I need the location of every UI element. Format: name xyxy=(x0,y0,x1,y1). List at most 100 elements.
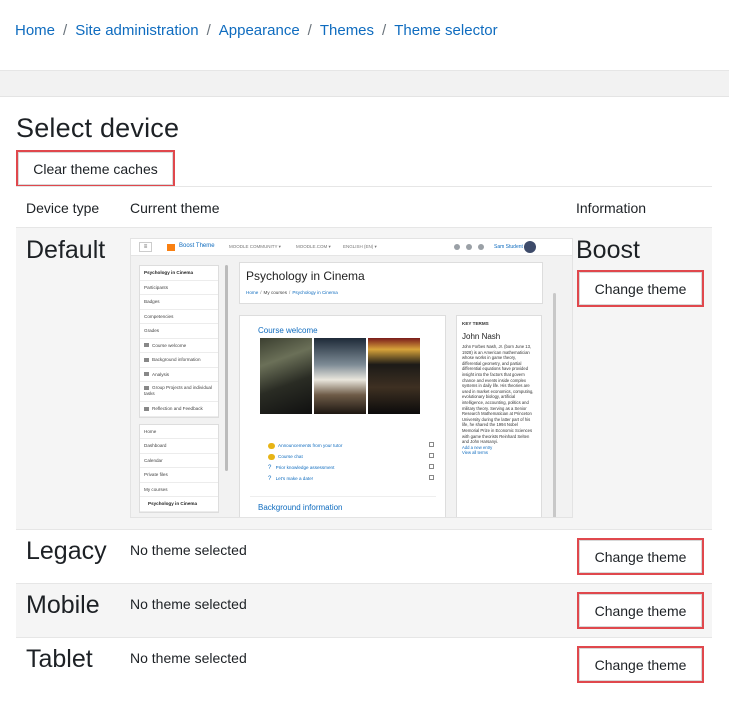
preview-course-title: Psychology in Cinema xyxy=(246,269,365,283)
preview-block-title: KEY TERMS xyxy=(462,321,489,326)
divider xyxy=(250,496,436,497)
preview-menu-item: MOODLE COMMUNITY ▾ xyxy=(229,244,281,249)
poster-image xyxy=(368,338,420,414)
preview-block-text: John Forbes Nash, Jr. (born June 13, 192… xyxy=(462,344,534,445)
preview-nav-drawer: Psychology in Cinema Participants Badges… xyxy=(139,265,219,517)
breadcrumb: Home / Site administration / Appearance … xyxy=(15,22,498,39)
list-item: Private files xyxy=(140,468,218,483)
device-theme-table: Device type Current theme Information De… xyxy=(16,186,712,692)
checkbox-icon xyxy=(429,453,434,458)
preview-block-name: John Nash xyxy=(462,332,501,341)
preview-navbar: ≡ Boost Theme MOODLE COMMUNITY ▾ MOODLE.… xyxy=(131,239,572,256)
breadcrumb-theme-selector[interactable]: Theme selector xyxy=(394,22,497,39)
preview-drawer-course: Psychology in Cinema Participants Badges… xyxy=(139,265,219,418)
no-theme-text: No theme selected xyxy=(130,650,247,666)
clear-theme-caches-highlight: Clear theme caches xyxy=(16,150,175,187)
header-information: Information xyxy=(576,200,647,216)
list-item: Reflection and Feedback xyxy=(140,402,218,417)
question-icon: ? xyxy=(268,476,272,482)
theme-preview-screenshot: ≡ Boost Theme MOODLE COMMUNITY ▾ MOODLE.… xyxy=(130,238,573,518)
breadcrumb-separator: / xyxy=(307,22,312,39)
poster-image xyxy=(260,338,312,414)
breadcrumb-themes[interactable]: Themes xyxy=(320,22,374,39)
preview-section-title: Course welcome xyxy=(258,326,318,335)
device-name: Tablet xyxy=(26,645,93,673)
no-theme-text: No theme selected xyxy=(130,542,247,558)
preview-menu-item: MOODLE.COM ▾ xyxy=(296,244,331,249)
list-item: Grades xyxy=(140,324,218,339)
preview-activity: Announcements from your tutor xyxy=(268,443,342,449)
table-row-tablet: Tablet No theme selected Change theme xyxy=(16,638,712,692)
avatar xyxy=(524,241,536,253)
folder-icon xyxy=(144,357,149,362)
list-item: Competencies xyxy=(140,310,218,324)
preview-block-link: View all terms xyxy=(462,450,488,456)
change-theme-button-default[interactable]: Change theme xyxy=(579,272,702,305)
bell-icon xyxy=(466,244,472,250)
change-theme-highlight: Change theme xyxy=(577,646,704,683)
preview-user-name: Sam Student xyxy=(494,244,523,250)
checkbox-icon xyxy=(429,475,434,480)
list-item: My courses xyxy=(140,483,218,497)
list-item: Background information xyxy=(140,353,218,368)
device-name: Default xyxy=(26,236,106,264)
folder-icon xyxy=(144,406,149,411)
search-icon xyxy=(454,244,460,250)
hamburger-icon: ≡ xyxy=(139,242,152,252)
change-theme-highlight: Change theme xyxy=(577,270,704,307)
preview-activity: Course chat xyxy=(268,454,303,460)
table-row-mobile: Mobile No theme selected Change theme xyxy=(16,584,712,638)
chat-icon xyxy=(478,244,484,250)
poster-image xyxy=(314,338,366,414)
folder-icon xyxy=(144,385,149,390)
breadcrumb-separator: / xyxy=(63,22,68,39)
forum-icon xyxy=(268,443,275,449)
breadcrumb-site-administration[interactable]: Site administration xyxy=(75,22,198,39)
page-title: Select device xyxy=(16,113,180,143)
preview-breadcrumb: Home / My courses / Psychology in Cinema xyxy=(246,290,338,295)
preview-activity: ? Let's make a date! xyxy=(268,476,314,482)
preview-key-terms-block: KEY TERMS John Nash John Forbes Nash, Jr… xyxy=(456,315,542,517)
list-item: Home xyxy=(140,425,218,439)
checkbox-icon xyxy=(429,442,434,447)
checkbox-icon xyxy=(429,464,434,469)
preview-scrollbar xyxy=(225,265,228,471)
list-item: Psychology in Cinema xyxy=(140,266,218,281)
table-row-legacy: Legacy No theme selected Change theme xyxy=(16,530,712,584)
device-name: Mobile xyxy=(26,591,100,619)
list-item: Badges xyxy=(140,295,218,310)
preview-scrollbar xyxy=(553,293,556,517)
breadcrumb-separator: / xyxy=(206,22,211,39)
list-item: Participants xyxy=(140,281,218,295)
breadcrumb-separator: / xyxy=(382,22,387,39)
list-item: Group Projects and individual tasks xyxy=(140,382,218,402)
no-theme-text: No theme selected xyxy=(130,596,247,612)
change-theme-button-tablet[interactable]: Change theme xyxy=(579,648,702,681)
list-item: Analysis xyxy=(140,368,218,382)
folder-icon xyxy=(144,343,149,348)
table-row-default: Default ≡ Boost Theme MOODLE COMMUNITY ▾… xyxy=(16,228,712,530)
preview-course-content: Course welcome Announcements from your t… xyxy=(239,315,446,517)
folder-icon xyxy=(144,372,149,377)
list-item: Psychology in Cinema xyxy=(140,497,218,512)
theme-name: Boost xyxy=(576,236,640,264)
list-item: Dashboard xyxy=(140,439,218,454)
preview-course-header: Psychology in Cinema Home / My courses / Psy… xyxy=(239,262,543,304)
page-header-band xyxy=(0,71,729,97)
clear-theme-caches-button[interactable]: Clear theme caches xyxy=(18,152,173,185)
change-theme-button-legacy[interactable]: Change theme xyxy=(579,540,702,573)
preview-banner-image xyxy=(260,338,420,414)
question-icon: ? xyxy=(268,465,272,471)
breadcrumb-home[interactable]: Home xyxy=(15,22,55,39)
breadcrumb-appearance[interactable]: Appearance xyxy=(219,22,300,39)
device-name: Legacy xyxy=(26,537,107,565)
preview-drawer-site: Home Dashboard Calendar Private files My… xyxy=(139,423,219,513)
chat-icon xyxy=(268,454,275,460)
preview-section-title: Background information xyxy=(258,503,343,512)
change-theme-highlight: Change theme xyxy=(577,538,704,575)
preview-menu-item: ENGLISH (EN) ▾ xyxy=(343,244,377,249)
header-current-theme: Current theme xyxy=(130,200,220,216)
change-theme-button-mobile[interactable]: Change theme xyxy=(579,594,702,627)
preview-brand: Boost Theme xyxy=(179,243,215,249)
change-theme-highlight: Change theme xyxy=(577,592,704,629)
